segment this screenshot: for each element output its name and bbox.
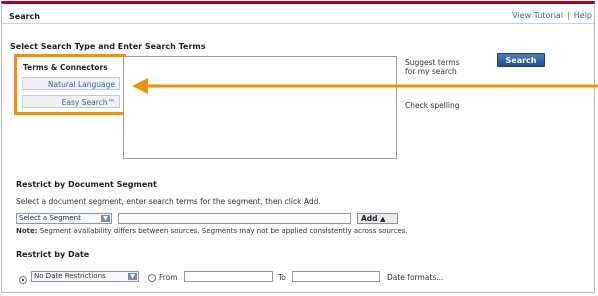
date-from-radio[interactable] [148,274,156,282]
date-to-input[interactable] [292,271,380,282]
header-links: View Tutorial | Help [512,11,592,20]
panel-header [2,4,594,24]
search-type-natural-language[interactable]: Natural Language [22,77,120,90]
suggest-terms-line-1: Suggest terms [405,58,460,67]
segment-terms-input[interactable] [118,213,351,224]
note-text: Segment availability differs between sou… [37,227,408,235]
search-button[interactable]: Search [497,53,545,67]
link-separator: | [567,11,570,20]
date-select-value: No Date Restrictions [34,272,106,280]
suggest-terms-link[interactable]: Suggest terms for my search [405,58,460,76]
chevron-down-icon: ▼ [128,273,137,280]
search-type-terms-connectors[interactable]: Terms & Connectors [21,61,121,74]
date-heading: Restrict by Date [16,250,90,259]
view-tutorial-link[interactable]: View Tutorial [512,11,563,20]
note-label: Note: [16,227,38,235]
date-from-input[interactable] [184,271,273,282]
segment-select[interactable]: Select a Segment ▼ [16,213,112,224]
search-type-heading: Select Search Type and Enter Search Term… [10,42,206,51]
segment-note: Note: Segment availability differs betwe… [16,227,408,235]
page-title: Search [9,12,40,21]
annotation-arrow-icon [132,78,598,94]
check-spelling-link[interactable]: Check spelling [405,101,460,110]
segment-select-value: Select a Segment [19,214,81,222]
search-terms-textarea[interactable] [123,56,397,159]
date-restriction-select[interactable]: No Date Restrictions ▼ [31,271,139,282]
caret-up-icon: ▲ [380,215,386,223]
search-type-easy-search[interactable]: Easy Search™ [22,95,120,108]
segment-heading: Restrict by Document Segment [16,180,157,189]
from-label: From [159,273,178,282]
help-link[interactable]: Help [574,11,592,20]
date-formats-link[interactable]: Date formats... [387,273,443,282]
search-type-highlight: Terms & Connectors Natural Language Easy… [14,54,126,115]
add-button-label: Add [361,214,378,223]
suggest-terms-line-2: for my search [405,67,457,76]
segment-instruction: Select a document segment, enter search … [16,197,321,206]
no-date-restriction-radio[interactable] [19,276,27,284]
add-segment-button[interactable]: Add ▲ [357,213,398,224]
to-label: To [278,273,286,282]
chevron-down-icon: ▼ [101,215,110,222]
